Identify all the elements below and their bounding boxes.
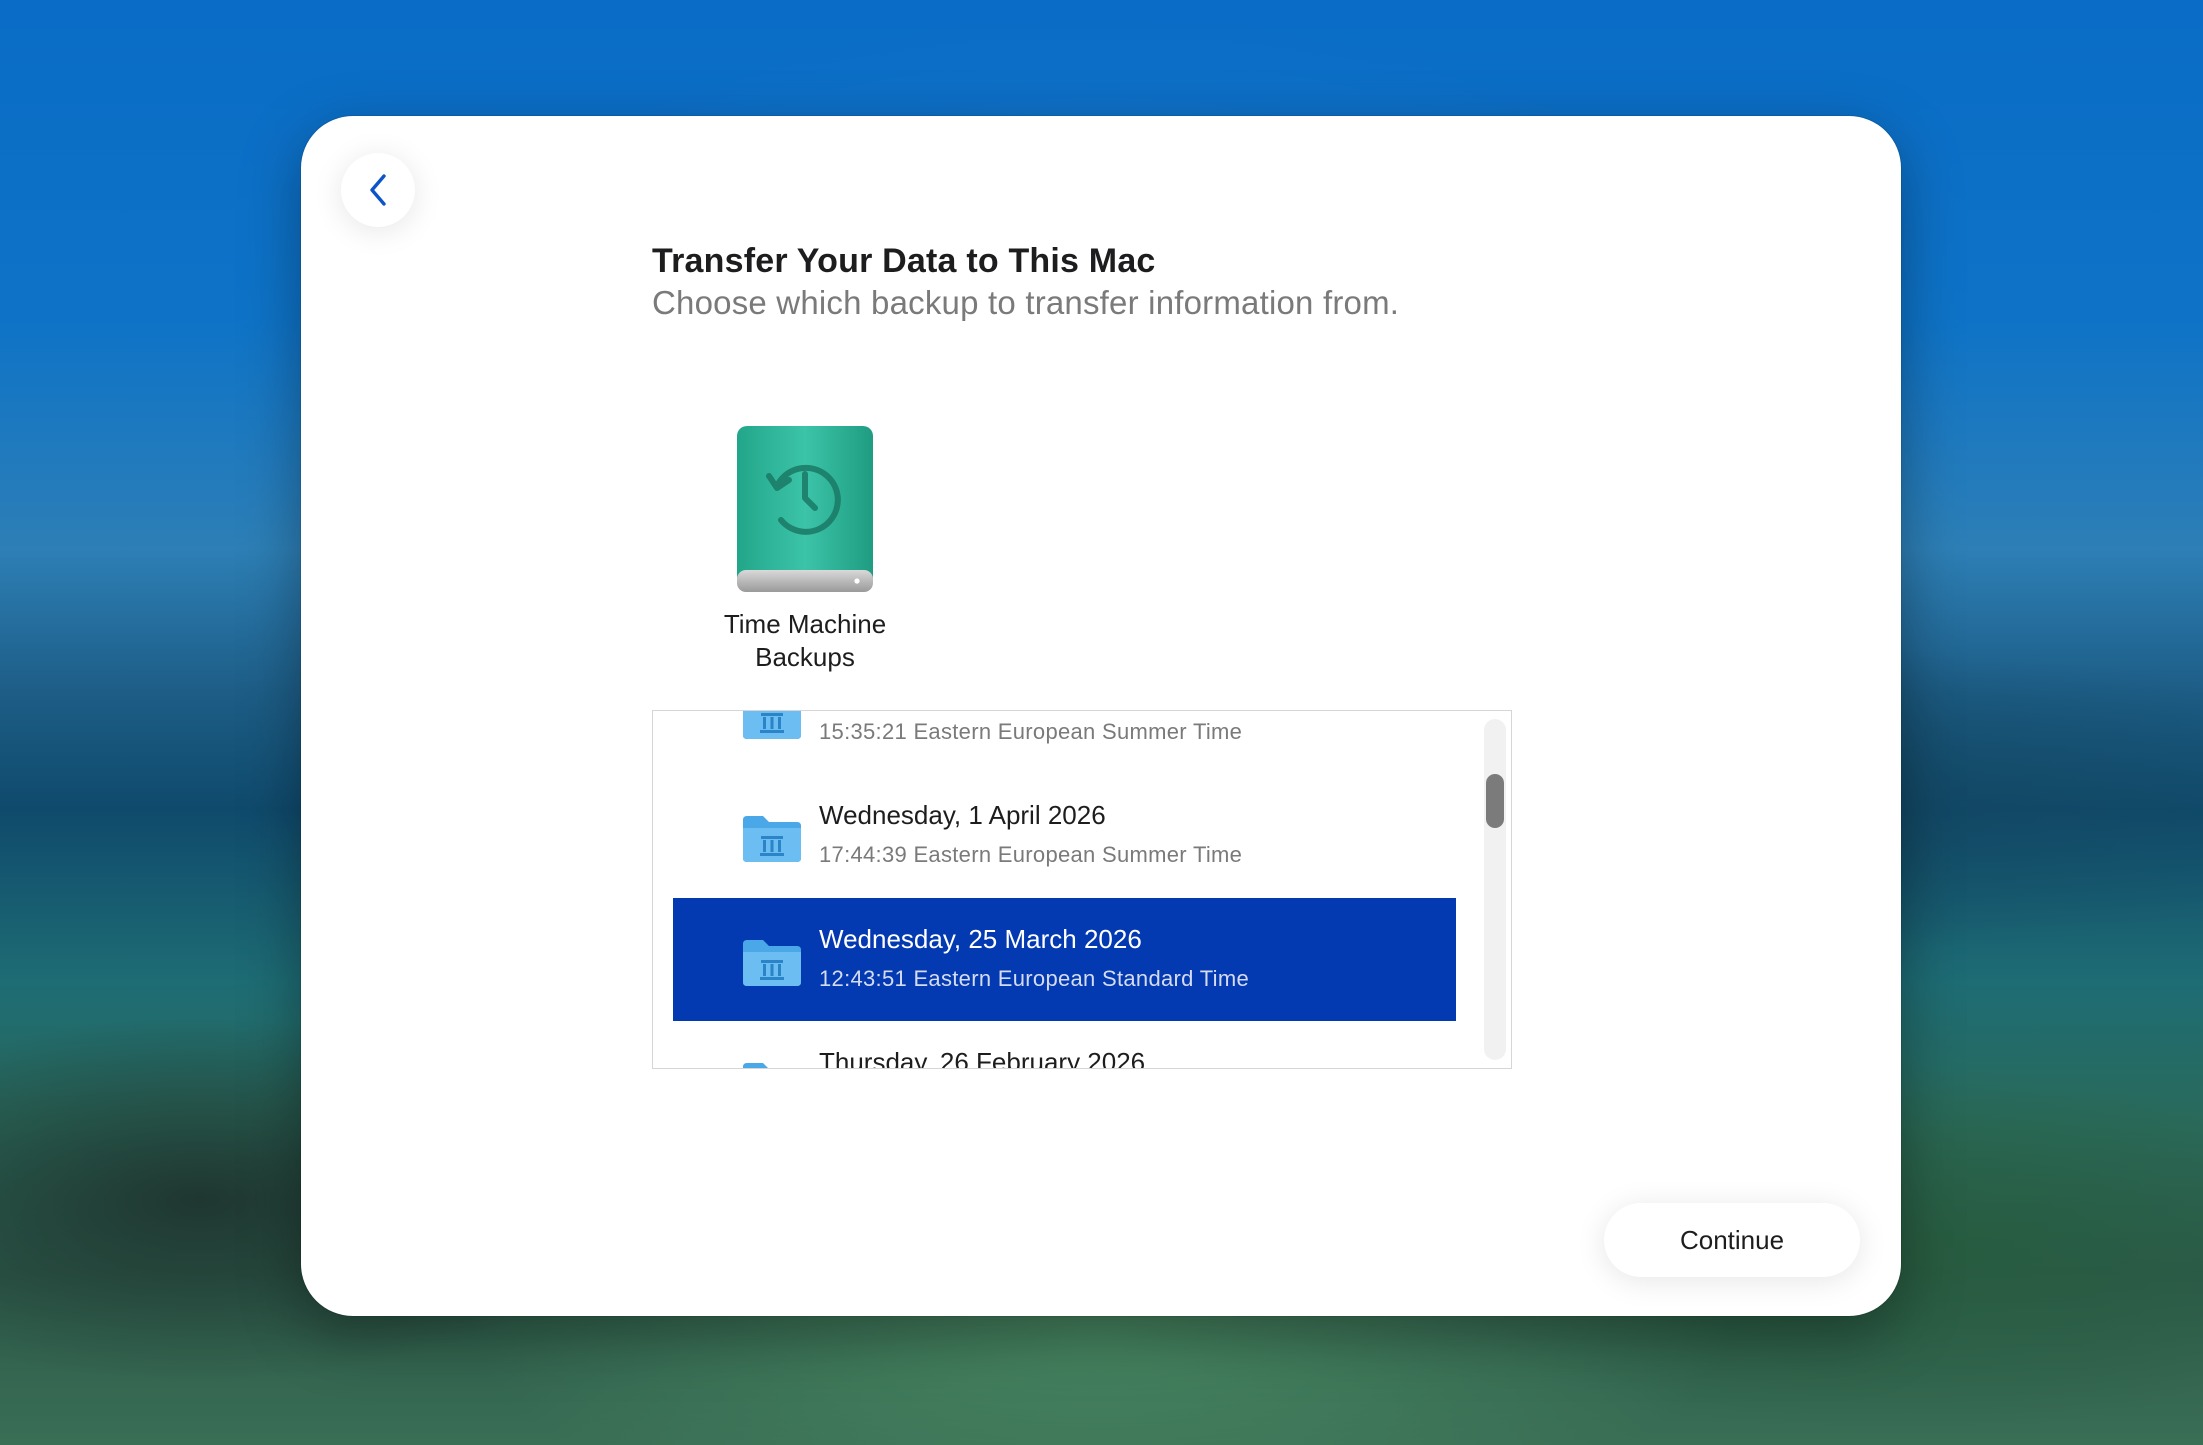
- disk-label: Time Machine Backups: [700, 608, 910, 674]
- continue-button[interactable]: Continue: [1604, 1203, 1860, 1277]
- backup-row[interactable]: Wednesday, 1 April 2026 17:44:39 Eastern…: [673, 774, 1456, 897]
- backup-folder-icon: [743, 711, 801, 739]
- backup-date: Thursday, 26 February 2026: [819, 1047, 1146, 1068]
- backup-date: Wednesday, 25 March 2026: [819, 924, 1142, 954]
- back-button[interactable]: [341, 153, 415, 227]
- backup-folder-icon: [743, 816, 801, 862]
- backup-row[interactable]: 15:35:21 Eastern European Summer Time: [673, 711, 1456, 774]
- backup-list[interactable]: 15:35:21 Eastern European Summer Time We…: [652, 710, 1512, 1069]
- backup-time: 12:43:51 Eastern European Standard Time: [819, 966, 1249, 991]
- time-machine-disk-icon: [737, 426, 873, 592]
- page-title: Transfer Your Data to This Mac: [652, 242, 1156, 280]
- migration-assistant-window: Transfer Your Data to This Mac Choose wh…: [301, 116, 1901, 1316]
- time-machine-source[interactable]: Time Machine Backups: [700, 424, 910, 674]
- backup-time: 15:35:21 Eastern European Summer Time: [819, 719, 1243, 744]
- scrollbar-thumb[interactable]: [1486, 774, 1504, 828]
- backup-row[interactable]: Thursday, 26 February 2026: [673, 1021, 1456, 1068]
- chevron-left-icon: [370, 174, 386, 206]
- backup-folder-icon: [743, 940, 801, 986]
- backup-row-selected[interactable]: Wednesday, 25 March 2026 12:43:51 Easter…: [673, 898, 1456, 1021]
- backup-list-scrollbar[interactable]: [1484, 719, 1506, 1060]
- backup-list-content: 15:35:21 Eastern European Summer Time We…: [673, 711, 1456, 1068]
- disk-label-line2: Backups: [755, 642, 855, 672]
- backup-date: Wednesday, 1 April 2026: [819, 800, 1106, 830]
- page-subtitle: Choose which backup to transfer informat…: [652, 284, 1400, 321]
- backup-folder-icon: [743, 1063, 768, 1068]
- disk-label-line1: Time Machine: [723, 609, 887, 639]
- backup-time: 17:44:39 Eastern European Summer Time: [819, 842, 1243, 867]
